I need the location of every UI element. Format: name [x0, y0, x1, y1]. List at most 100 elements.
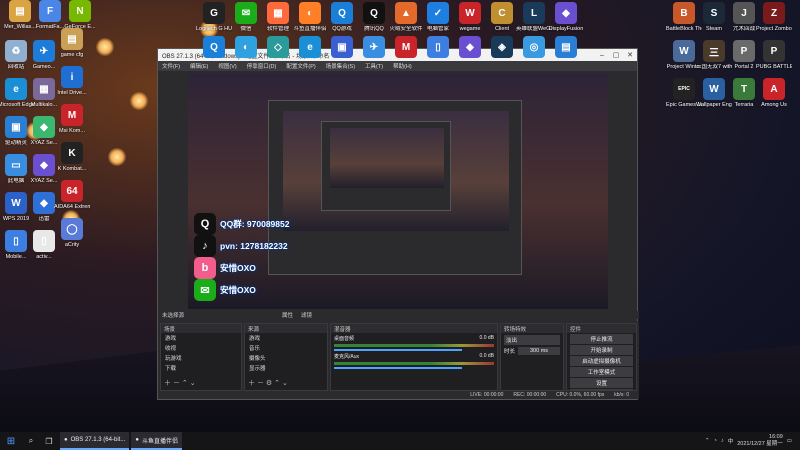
menu-item[interactable]: 场景集合(S): [326, 62, 355, 70]
desktop-shortcut[interactable]: L 英雄联盟WeGame版: [516, 2, 552, 32]
source-toolbar: 未选择源 属性 滤镜: [158, 311, 639, 319]
desktop-shortcut[interactable]: Z Project Zomboid: [756, 2, 792, 32]
app-icon: Q: [203, 36, 225, 58]
desktop-shortcut[interactable]: M: [388, 36, 424, 60]
source-item[interactable]: 显示器: [245, 363, 327, 373]
menu-item[interactable]: 工具(T): [365, 62, 383, 70]
desktop-shortcut[interactable]: ▦ 软件管理: [260, 2, 296, 32]
desktop-shortcut[interactable]: ◇: [260, 36, 296, 60]
desktop-shortcut[interactable]: ◐ 斗鱼直播伴侣: [292, 2, 328, 32]
add-icon[interactable]: ＋: [248, 380, 255, 387]
desktop-shortcut[interactable]: ▤ game cfg: [54, 28, 90, 58]
up-icon[interactable]: ⌃: [182, 380, 188, 387]
remove-icon[interactable]: －: [173, 380, 180, 387]
desktop-shortcut[interactable]: ✈: [356, 36, 392, 60]
obs-window[interactable]: OBS 27.1.3 (64-bit, windows) - 配置文件: 未命名…: [157, 48, 639, 400]
menu-item[interactable]: 视图(V): [218, 62, 236, 70]
windows-start-icon[interactable]: ⊞: [0, 432, 22, 450]
up-icon[interactable]: ⌃: [274, 380, 280, 387]
filters-button[interactable]: 滤镜: [301, 311, 312, 319]
status-item: CPU: 0.0%, 60.00 fps: [556, 392, 605, 398]
transition-select[interactable]: 淡出: [504, 335, 560, 345]
no-source-label: 未选择源: [162, 313, 185, 319]
preview-canvas[interactable]: Q QQ群: 970089852 ♪ pvn: 1278182232 b 安惜OXO ✉ 安惜…: [188, 73, 608, 309]
sources-dock: 来源 游戏 音乐 摄像头 显示器 ＋ － ⚙ ⌃ ⌄: [244, 323, 328, 391]
app-icon: ◆: [555, 2, 577, 24]
scene-item[interactable]: 下载: [161, 363, 241, 373]
desktop-shortcut[interactable]: Q QQ游戏: [324, 2, 360, 32]
chevron-up-icon[interactable]: ⌃: [705, 438, 710, 444]
maximize-icon[interactable]: ▢: [609, 51, 623, 59]
scene-item[interactable]: 玩游戏: [161, 353, 241, 363]
control-button[interactable]: 工作室模式: [570, 367, 633, 377]
menu-item[interactable]: 配置文件(P): [286, 62, 315, 70]
notification-icon[interactable]: ▭: [787, 438, 792, 444]
control-button[interactable]: 启动虚拟摄像机: [570, 356, 633, 366]
desktop-shortcut[interactable]: C Client: [484, 2, 520, 32]
desktop-shortcut[interactable]: ▯: [420, 36, 456, 60]
docks-area: 场景 游戏 收视 玩游戏 下载 ＋ － ⌃ ⌄ 来源 游戏 音乐 摄像头 显示器 ＋ － ⚙…: [158, 321, 639, 399]
desktop-shortcut[interactable]: Q: [196, 36, 232, 60]
driver-icon: ▣: [5, 116, 27, 138]
source-item[interactable]: 摄像头: [245, 353, 327, 363]
task-view-icon[interactable]: ❐: [40, 432, 58, 450]
volume-slider[interactable]: [334, 367, 462, 369]
wechat-icon: ✉: [235, 2, 257, 24]
down-icon[interactable]: ⌄: [282, 380, 288, 387]
nested-obs-window-2: [321, 121, 451, 211]
desktop-shortcut[interactable]: G Logitech G HUB: [196, 2, 232, 32]
desktop-shortcut[interactable]: M Msi Kom...: [54, 104, 90, 134]
desktop-shortcut[interactable]: ◆: [452, 36, 488, 60]
desktop-shortcut[interactable]: ◈: [484, 36, 520, 60]
recycle-bin-icon: ♻: [5, 40, 27, 62]
desktop-shortcut[interactable]: ◯ aCrity: [54, 218, 90, 248]
desktop-shortcut[interactable]: e: [292, 36, 328, 60]
input-language[interactable]: 中: [728, 437, 734, 445]
control-button[interactable]: 设置: [570, 378, 633, 388]
desktop-shortcut[interactable]: P PUBG BATTLEGR...: [756, 40, 792, 70]
desktop-shortcut[interactable]: Wwegame: [452, 2, 488, 32]
desktop-shortcut[interactable]: ▣: [324, 36, 360, 60]
desktop-shortcut[interactable]: N GeForce E...: [62, 0, 98, 30]
menu-item[interactable]: 文件(F): [162, 62, 180, 70]
duration-input[interactable]: 300 ms: [518, 347, 560, 355]
scene-item[interactable]: 游戏: [161, 333, 241, 343]
desktop-shortcut[interactable]: Q 腾讯QQ: [356, 2, 392, 32]
control-button[interactable]: 停止推流: [570, 334, 633, 344]
desktop-shortcut[interactable]: ▲ 火绒安全软件: [388, 2, 424, 32]
search-icon[interactable]: ⌕: [22, 432, 40, 450]
desktop-shortcut[interactable]: ◐: [228, 36, 264, 60]
controls-dock-header: 控件: [567, 324, 636, 333]
taskbar-app[interactable]: ● OBS 27.1.3 (64-bit...: [60, 432, 130, 450]
add-icon[interactable]: ＋: [164, 380, 171, 387]
taskbar-app[interactable]: ● 斗鱼直播伴侣: [131, 432, 182, 450]
down-icon[interactable]: ⌄: [190, 380, 196, 387]
desktop-shortcut[interactable]: i Intel Drive...: [54, 66, 90, 96]
desktop-shortcut[interactable]: 64 AIDA64 Extreme: [54, 180, 90, 210]
network-icon[interactable]: ◔: [714, 438, 717, 444]
close-icon[interactable]: ✕: [623, 51, 637, 59]
control-button[interactable]: 开始录制: [570, 345, 633, 355]
desktop-shortcut[interactable]: ✓ 电脑管家: [420, 2, 456, 32]
remove-icon[interactable]: －: [257, 380, 264, 387]
menu-item[interactable]: 帮助(H): [393, 62, 412, 70]
menu-item[interactable]: 停靠窗口(D): [247, 62, 277, 70]
menu-item[interactable]: 编辑(E): [190, 62, 208, 70]
desktop-shortcut[interactable]: ▤: [548, 36, 584, 60]
properties-button[interactable]: 属性: [282, 311, 293, 319]
desktop-shortcut[interactable]: ◎: [516, 36, 552, 60]
lol-icon: L: [523, 2, 545, 24]
clock[interactable]: 16:09 2021/12/27 星期一: [737, 434, 783, 448]
scene-item[interactable]: 收视: [161, 343, 241, 353]
desktop-shortcut[interactable]: K K Kombat...: [54, 142, 90, 172]
gear-icon[interactable]: ⚙: [266, 380, 272, 387]
desktop-shortcut[interactable]: ✉ 微信: [228, 2, 264, 32]
volume-icon[interactable]: ♪: [721, 438, 724, 444]
mixer-channel-db: 0.0 dB: [479, 335, 494, 341]
desktop-shortcut[interactable]: ◆ DisplayFusion: [548, 2, 584, 32]
minimize-icon[interactable]: –: [595, 52, 609, 59]
source-item[interactable]: 游戏: [245, 333, 327, 343]
source-item[interactable]: 音乐: [245, 343, 327, 353]
mixer-channel: 麦克风/Aux 0.0 dB: [331, 351, 497, 369]
desktop-shortcut[interactable]: A Among Us: [756, 78, 792, 108]
